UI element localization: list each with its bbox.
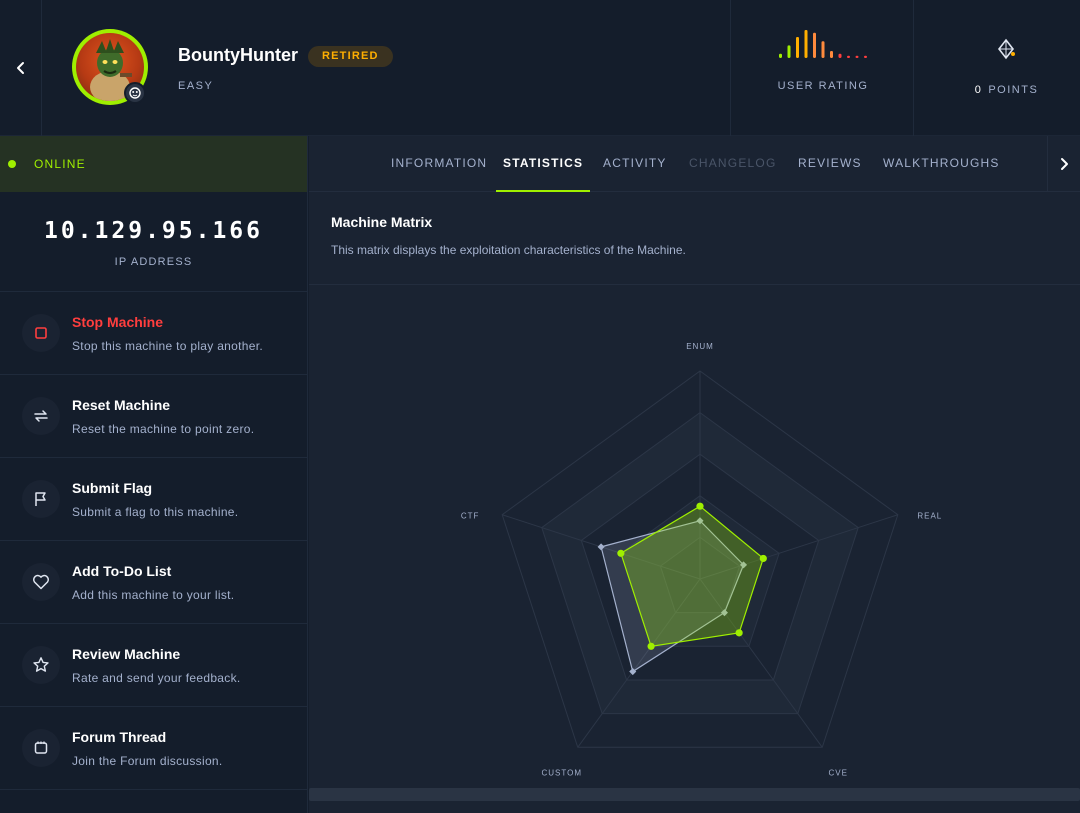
online-status-bar: ONLINE: [0, 136, 307, 192]
rating-bar: [847, 55, 850, 58]
horizontal-scrollbar[interactable]: [309, 788, 1080, 801]
rating-bar: [838, 53, 842, 58]
machine-matrix-title: Machine Matrix: [331, 214, 433, 230]
submit-flag-desc: Submit a flag to this machine.: [72, 505, 239, 519]
radar-point: [696, 502, 704, 510]
machine-header: BountyHunter RETIRED EASY USER RATING 0P…: [0, 0, 1080, 136]
radar-point: [617, 549, 625, 557]
machine-sidebar: ONLINE 10.129.95.166 IP ADDRESS Stop Mac…: [0, 136, 308, 813]
rating-bar: [796, 37, 799, 58]
stop-machine-button[interactable]: Stop Machine Stop this machine to play a…: [0, 292, 307, 375]
points-label: POINTS: [988, 84, 1039, 96]
radar-axis-label: CTF: [461, 512, 480, 521]
reset-machine-desc: Reset the machine to point zero.: [72, 422, 255, 436]
machine-matrix-description: This matrix displays the exploitation ch…: [331, 243, 686, 257]
back-button[interactable]: [0, 0, 42, 136]
tab-bar: INFORMATION STATISTICS ACTIVITY CHANGELO…: [309, 136, 1080, 192]
flag-icon: [22, 480, 60, 518]
points-diamond-icon: [997, 38, 1015, 60]
add-todo-title: Add To-Do List: [72, 563, 172, 579]
linux-icon: [129, 87, 141, 99]
difficulty-label: EASY: [178, 80, 214, 92]
forum-thread-button[interactable]: Forum Thread Join the Forum discussion.: [0, 707, 307, 790]
rating-bars-chart: [779, 30, 867, 58]
chevron-right-icon: [1061, 158, 1068, 170]
rating-bar: [830, 51, 833, 58]
machine-matrix-radar-chart: ENUM REAL CVE CUSTOM CTF: [461, 342, 942, 777]
status-text: ONLINE: [34, 157, 86, 171]
forum-icon: [22, 729, 60, 767]
rating-bar: [787, 45, 791, 58]
stop-machine-desc: Stop this machine to play another.: [72, 339, 263, 353]
rating-bar: [779, 53, 782, 58]
points-readout: 0 POINTS: [914, 84, 1080, 96]
points-panel: 0 POINTS: [914, 0, 1080, 136]
stop-icon: [22, 314, 60, 352]
radar-axis-label: REAL: [917, 512, 942, 521]
rating-bar: [804, 30, 808, 58]
points-value: 0: [974, 84, 983, 96]
submit-flag-title: Submit Flag: [72, 480, 153, 496]
reset-machine-title: Reset Machine: [72, 397, 171, 413]
ip-address[interactable]: 10.129.95.166: [0, 192, 307, 244]
reset-machine-button[interactable]: Reset Machine Reset the machine to point…: [0, 375, 307, 458]
radar-axis-label: ENUM: [686, 342, 714, 351]
ip-block: 10.129.95.166 IP ADDRESS: [0, 192, 307, 292]
tab-walkthroughs[interactable]: WALKTHROUGHS: [883, 136, 1000, 192]
rating-bar: [813, 32, 816, 58]
tab-statistics[interactable]: STATISTICS: [495, 136, 591, 192]
radar-point: [759, 554, 767, 563]
os-badge: [124, 82, 146, 104]
submit-flag-button[interactable]: Submit Flag Submit a flag to this machin…: [0, 458, 307, 541]
tab-activity[interactable]: ACTIVITY: [603, 136, 667, 192]
machine-name: BountyHunter: [178, 45, 298, 65]
stop-machine-title: Stop Machine: [72, 314, 164, 330]
chevron-left-icon: [16, 62, 24, 74]
tabs-scroll-right-button[interactable]: [1047, 136, 1080, 192]
main-panel: INFORMATION STATISTICS ACTIVITY CHANGELO…: [309, 136, 1080, 813]
forum-thread-title: Forum Thread: [72, 729, 167, 745]
user-rating-panel: USER RATING: [730, 0, 914, 136]
radar-axis-label: CVE: [829, 768, 848, 777]
add-todo-desc: Add this machine to your list.: [72, 588, 235, 602]
add-todo-button[interactable]: Add To-Do List Add this machine to your …: [0, 541, 307, 624]
rating-bar: [864, 55, 867, 58]
tab-reviews[interactable]: REVIEWS: [798, 136, 862, 192]
rating-bar: [855, 55, 859, 58]
user-rating-label: USER RATING: [777, 80, 869, 92]
star-icon: [22, 646, 60, 684]
tab-information[interactable]: INFORMATION: [391, 136, 487, 192]
radar-point: [735, 629, 743, 637]
review-machine-desc: Rate and send your feedback.: [72, 671, 241, 685]
tab-changelog[interactable]: CHANGELOG: [689, 136, 776, 192]
heart-icon: [22, 563, 60, 601]
status-dot: [8, 160, 16, 168]
forum-thread-desc: Join the Forum discussion.: [72, 754, 223, 768]
radar-point: [647, 642, 655, 650]
review-machine-title: Review Machine: [72, 646, 181, 662]
radar-axis-label: CUSTOM: [541, 768, 582, 777]
retired-badge: RETIRED: [308, 46, 393, 67]
review-machine-button[interactable]: Review Machine Rate and send your feedba…: [0, 624, 307, 707]
reset-icon: [22, 397, 60, 435]
rating-bar: [821, 41, 825, 58]
ip-address-label: IP ADDRESS: [114, 256, 193, 268]
